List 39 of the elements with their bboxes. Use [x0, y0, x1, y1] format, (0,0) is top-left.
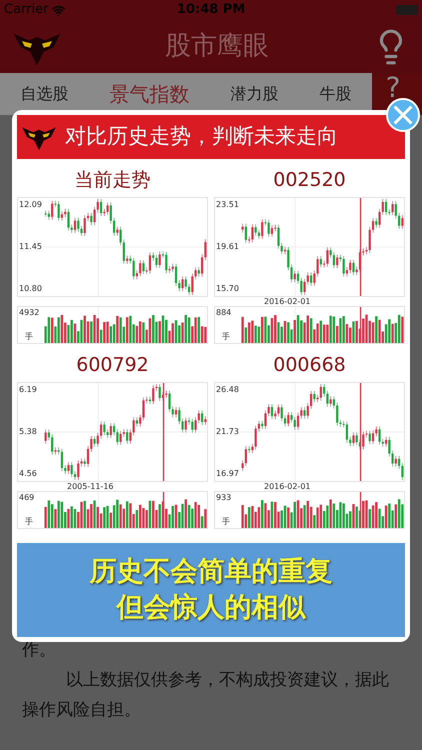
unit-label: 手 — [221, 331, 231, 343]
axis-label: 26.48 — [216, 384, 240, 396]
app-title: 股市鹰眼 — [165, 30, 269, 63]
axis-label: 5.38 — [19, 426, 38, 438]
axis-label: 884 — [216, 307, 232, 319]
chart-title: 600792 — [75, 353, 150, 378]
chart-title: 000668 — [272, 353, 347, 378]
axis-label: 10.80 — [19, 283, 43, 295]
category-tab[interactable]: 自选股 — [20, 82, 68, 106]
axis-label: 4.56 — [19, 468, 38, 480]
axis-label: 4932 — [19, 307, 40, 319]
unit-label: 手 — [24, 516, 34, 528]
axis-label: 6.19 — [19, 384, 38, 396]
axis-label: 12.09 — [19, 199, 43, 211]
carrier-label: Carrier — [4, 1, 48, 20]
slogan-line: 历史不会简单的重复 — [90, 555, 332, 589]
body-text-fragment: 作。 — [22, 639, 57, 662]
slogan-line: 但会惊人的相似 — [116, 591, 306, 625]
chart-title: 002520 — [272, 168, 347, 193]
axis-label: 15.70 — [216, 283, 240, 295]
unit-label: 手 — [221, 516, 231, 528]
unit-label: 手 — [24, 331, 34, 343]
axis-label: 23.51 — [216, 199, 240, 211]
category-tab[interactable]: 牛股 — [320, 82, 352, 106]
date-label: 2016-02-01 — [264, 482, 310, 491]
axis-label: 11.45 — [19, 241, 43, 253]
axis-label: 469 — [19, 492, 36, 504]
category-tab[interactable]: 潜力股 — [230, 82, 278, 106]
axis-label: 16.97 — [216, 468, 240, 480]
axis-label: 19.61 — [216, 241, 240, 253]
disclaimer-text: 以上数据仅供参考，不构成投资建议，据此操作风险自担。 — [22, 669, 390, 722]
date-label: 2005-11-16 — [67, 482, 114, 491]
date-label: 2016-02-01 — [264, 297, 310, 306]
chart-title: 当前走势 — [74, 168, 152, 193]
banner-title: 对比历史走势，判断未来走向 — [65, 123, 338, 150]
category-tab[interactable]: 景气指数 — [110, 79, 190, 109]
axis-label: 933 — [216, 492, 232, 504]
axis-label: 21.73 — [216, 426, 240, 438]
clock-time: 10:48 PM — [176, 1, 246, 20]
